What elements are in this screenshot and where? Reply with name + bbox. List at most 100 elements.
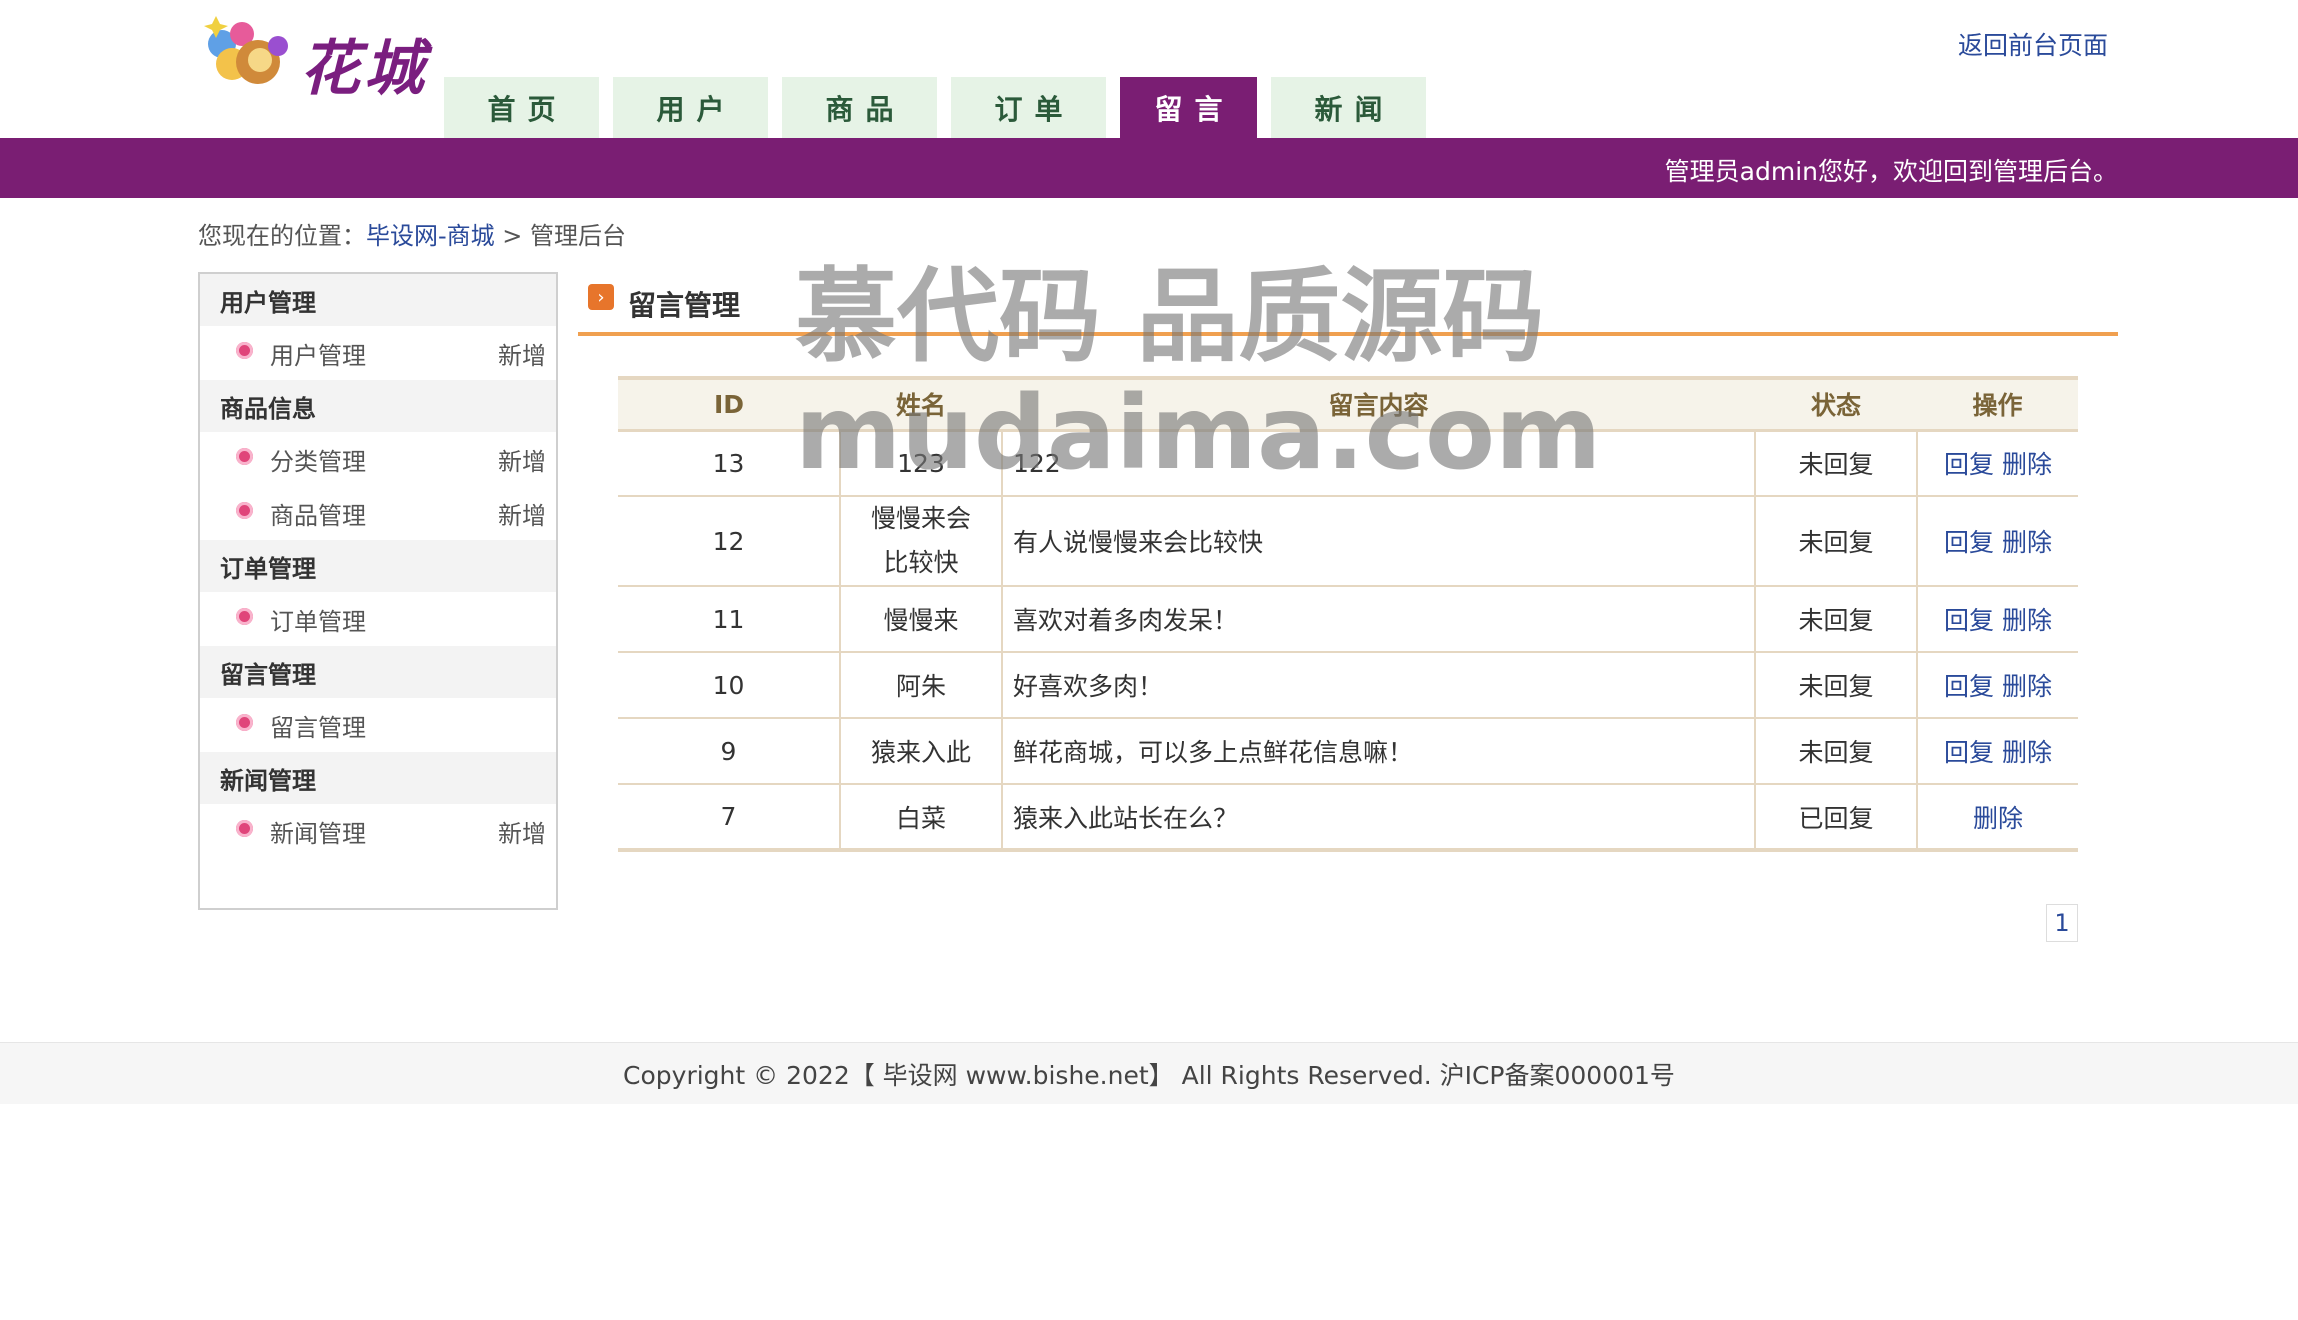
cell-id: 13 bbox=[618, 430, 840, 497]
cell-status: 未回复 bbox=[1754, 718, 1917, 785]
sidebar-group-title: 留言管理 bbox=[200, 646, 556, 698]
tab-products[interactable]: 商品 bbox=[782, 77, 937, 138]
sidebar-item-label[interactable]: 订单管理 bbox=[270, 602, 366, 637]
table-row: 12 慢慢来会比较快 有人说慢慢来会比较快 未回复 回复 删除 bbox=[618, 496, 2078, 587]
sidebar-item-label[interactable]: 分类管理 bbox=[270, 442, 366, 477]
tab-news[interactable]: 新闻 bbox=[1271, 77, 1426, 138]
sidebar-group-orders: 订单管理 订单管理 bbox=[200, 540, 556, 646]
tab-orders[interactable]: 订单 bbox=[951, 77, 1106, 138]
breadcrumb-prefix: 您现在的位置： bbox=[198, 222, 366, 250]
sidebar-add-link[interactable]: 新增 bbox=[498, 336, 546, 371]
cell-actions: 回复 删除 bbox=[1916, 586, 2078, 653]
col-id: ID bbox=[618, 376, 840, 432]
cell-actions: 回复 删除 bbox=[1916, 430, 2078, 497]
cell-content: 122 bbox=[1001, 430, 1755, 497]
delete-link[interactable]: 删除 bbox=[2002, 528, 2052, 557]
delete-link[interactable]: 删除 bbox=[1973, 804, 2023, 833]
header: 花城 返回前台页面 首页 用户 商品 订单 留言 新闻 bbox=[0, 0, 2298, 138]
cell-id: 7 bbox=[618, 784, 840, 852]
table-row: 7 白菜 猿来入此站长在么？ 已回复 删除 bbox=[618, 784, 2078, 852]
col-name: 姓名 bbox=[840, 376, 1002, 432]
sidebar-item-label[interactable]: 用户管理 bbox=[270, 336, 366, 371]
sidebar-item-message-manage[interactable]: 留言管理 bbox=[200, 698, 556, 752]
delete-link[interactable]: 删除 bbox=[2002, 672, 2052, 701]
sidebar-add-link[interactable]: 新增 bbox=[498, 442, 546, 477]
copyright-text: Copyright © 2022【 毕设网 www.bishe.net】 All… bbox=[623, 1060, 1675, 1090]
col-content: 留言内容 bbox=[1002, 376, 1755, 432]
tab-home[interactable]: 首页 bbox=[444, 77, 599, 138]
footer: Copyright © 2022【 毕设网 www.bishe.net】 All… bbox=[0, 1042, 2298, 1104]
cell-content: 喜欢对着多肉发呆！ bbox=[1001, 586, 1755, 653]
breadcrumb-site-link[interactable]: 毕设网-商城 bbox=[366, 222, 495, 250]
reply-link[interactable]: 回复 bbox=[1944, 672, 1994, 701]
watermark-line: 慕代码 品质源码 bbox=[795, 258, 1545, 377]
cell-name: 慢慢来会比较快 bbox=[839, 496, 1002, 587]
sidebar-item-order-manage[interactable]: 订单管理 bbox=[200, 592, 556, 646]
cell-id: 11 bbox=[618, 586, 840, 653]
sidebar-item-product-manage[interactable]: 商品管理 新增 bbox=[200, 486, 556, 540]
breadcrumb-current: 管理后台 bbox=[530, 222, 627, 250]
sidebar-group-products: 商品信息 分类管理 新增 商品管理 新增 bbox=[200, 380, 556, 540]
bullet-icon bbox=[236, 502, 253, 519]
sidebar-add-link[interactable]: 新增 bbox=[498, 496, 546, 531]
cell-actions: 回复 删除 bbox=[1916, 718, 2078, 785]
reply-link[interactable]: 回复 bbox=[1944, 450, 1994, 479]
cell-status: 未回复 bbox=[1754, 586, 1917, 653]
cell-content: 有人说慢慢来会比较快 bbox=[1001, 496, 1755, 587]
sidebar: 用户管理 用户管理 新增 商品信息 分类管理 新增 商品管理 新增 订单管理 订… bbox=[198, 272, 558, 910]
table-row: 11 慢慢来 喜欢对着多肉发呆！ 未回复 回复 删除 bbox=[618, 586, 2078, 653]
breadcrumb-separator: > bbox=[494, 222, 531, 250]
sidebar-group-users: 用户管理 用户管理 新增 bbox=[200, 274, 556, 380]
reply-link[interactable]: 回复 bbox=[1944, 606, 1994, 635]
sidebar-item-category-manage[interactable]: 分类管理 新增 bbox=[200, 432, 556, 486]
cell-status: 未回复 bbox=[1754, 496, 1917, 587]
cell-name: 白菜 bbox=[839, 784, 1002, 852]
cell-content: 好喜欢多肉！ bbox=[1001, 652, 1755, 719]
sidebar-group-title: 用户管理 bbox=[200, 274, 556, 326]
delete-link[interactable]: 删除 bbox=[2002, 738, 2052, 767]
sidebar-group-title: 商品信息 bbox=[200, 380, 556, 432]
welcome-banner: 管理员admin您好，欢迎回到管理后台。 bbox=[0, 138, 2298, 198]
delete-link[interactable]: 删除 bbox=[2002, 606, 2052, 635]
cell-name: 阿朱 bbox=[839, 652, 1002, 719]
table-row: 9 猿来入此 鲜花商城，可以多上点鲜花信息嘛！ 未回复 回复 删除 bbox=[618, 718, 2078, 785]
sidebar-group-messages: 留言管理 留言管理 bbox=[200, 646, 556, 752]
top-nav: 首页 用户 商品 订单 留言 新闻 bbox=[444, 77, 1440, 138]
reply-link[interactable]: 回复 bbox=[1944, 528, 1994, 557]
reply-link[interactable]: 回复 bbox=[1944, 738, 1994, 767]
sidebar-item-label[interactable]: 新闻管理 bbox=[270, 814, 366, 849]
sidebar-item-label[interactable]: 商品管理 bbox=[270, 496, 366, 531]
sidebar-item-news-manage[interactable]: 新闻管理 新增 bbox=[200, 804, 556, 858]
cell-actions: 回复 删除 bbox=[1916, 496, 2078, 587]
breadcrumb: 您现在的位置：毕设网-商城 > 管理后台 bbox=[198, 216, 626, 251]
return-frontend-link[interactable]: 返回前台页面 bbox=[1958, 26, 2108, 62]
cell-name: 123 bbox=[839, 430, 1002, 497]
bullet-icon bbox=[236, 448, 253, 465]
page-title: 留言管理 bbox=[628, 289, 741, 322]
bullet-icon bbox=[236, 714, 253, 731]
col-actions: 操作 bbox=[1917, 376, 2078, 432]
cell-id: 12 bbox=[618, 496, 840, 587]
cell-name: 慢慢来 bbox=[839, 586, 1002, 653]
bullet-icon bbox=[236, 820, 253, 837]
sidebar-add-link[interactable]: 新增 bbox=[498, 814, 546, 849]
section-arrow-icon: › bbox=[588, 284, 614, 310]
tab-messages[interactable]: 留言 bbox=[1120, 77, 1257, 138]
delete-link[interactable]: 删除 bbox=[2002, 450, 2052, 479]
sidebar-group-title: 新闻管理 bbox=[200, 752, 556, 804]
cell-actions: 删除 bbox=[1916, 784, 2078, 852]
cell-status: 未回复 bbox=[1754, 652, 1917, 719]
welcome-text: 管理员admin您好，欢迎回到管理后台。 bbox=[1664, 157, 2118, 186]
cell-content: 鲜花商城，可以多上点鲜花信息嘛！ bbox=[1001, 718, 1755, 785]
cell-id: 9 bbox=[618, 718, 840, 785]
pagination-page-1[interactable]: 1 bbox=[2046, 904, 2078, 942]
logo-text: 花城 bbox=[300, 34, 428, 104]
cell-actions: 回复 删除 bbox=[1916, 652, 2078, 719]
sidebar-group-title: 订单管理 bbox=[200, 540, 556, 592]
title-divider bbox=[578, 332, 2118, 336]
cell-id: 10 bbox=[618, 652, 840, 719]
message-table: ID 姓名 留言内容 状态 操作 13 123 122 未回复 回复 删除 12 … bbox=[618, 376, 2078, 852]
tab-users[interactable]: 用户 bbox=[613, 77, 768, 138]
sidebar-item-user-manage[interactable]: 用户管理 新增 bbox=[200, 326, 556, 380]
sidebar-item-label[interactable]: 留言管理 bbox=[270, 708, 366, 743]
